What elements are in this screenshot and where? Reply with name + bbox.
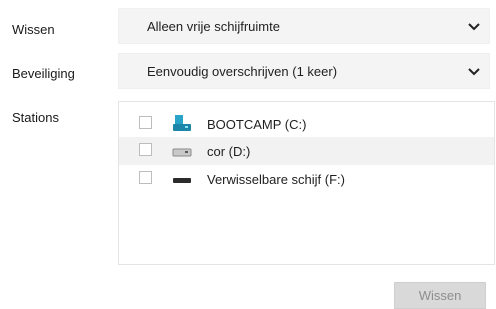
removable-drive-icon [173,178,191,183]
drive-name: Verwisselbare schijf (F:) [207,172,345,187]
drive-checkbox[interactable] [139,171,152,184]
list-item[interactable]: Verwisselbare schijf (F:) [119,165,494,193]
security-label: Beveiliging [12,66,75,81]
drive-checkbox[interactable] [139,143,152,156]
list-item[interactable]: cor (D:) [119,137,494,165]
chevron-down-icon [468,68,480,76]
chevron-down-icon [468,23,480,31]
drive-name: BOOTCAMP (C:) [207,117,307,132]
wipe-label: Wissen [12,22,55,37]
drive-checkbox[interactable] [139,116,152,129]
stations-label: Stations [12,110,59,125]
wipe-select[interactable]: Alleen vrije schijfruimte [118,8,490,44]
security-select-value: Eenvoudig overschrijven (1 keer) [147,64,338,79]
list-item[interactable]: BOOTCAMP (C:) [119,110,494,138]
wipe-button[interactable]: Wissen [394,282,486,309]
hard-drive-icon [172,148,192,157]
security-select[interactable]: Eenvoudig overschrijven (1 keer) [118,53,490,89]
system-drive-icon [173,115,191,131]
drive-name: cor (D:) [207,144,251,159]
wipe-select-value: Alleen vrije schijfruimte [147,19,280,34]
stations-list[interactable]: BOOTCAMP (C:) cor (D:) Verwisselbare sch… [118,101,495,265]
